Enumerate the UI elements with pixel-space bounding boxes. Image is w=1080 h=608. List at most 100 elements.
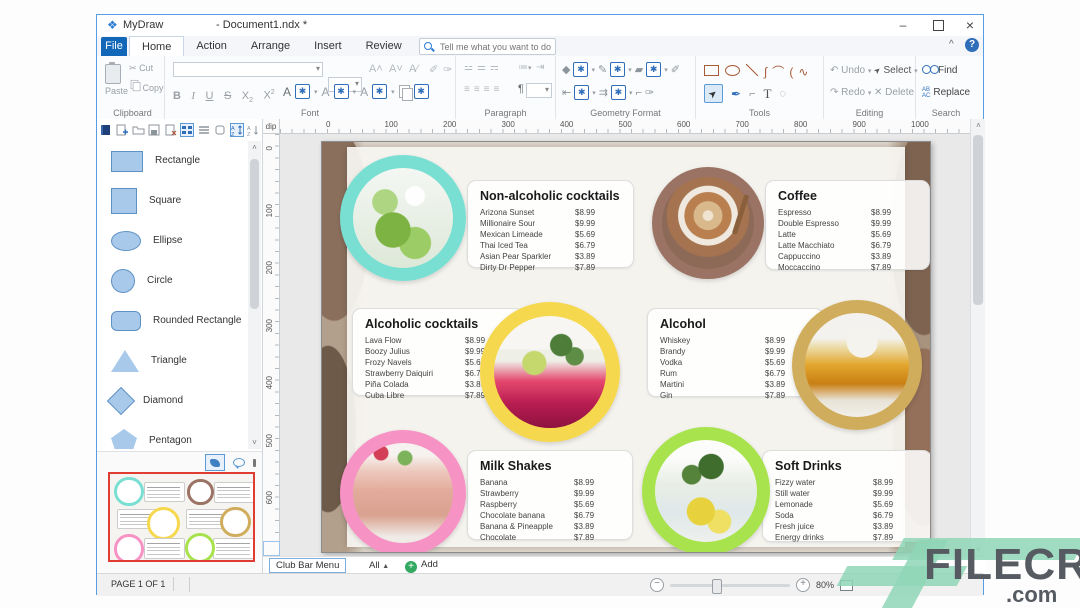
shape-item-triangle[interactable]: Triangle [97, 341, 247, 381]
lasso-tool-icon[interactable]: ◌ [779, 88, 786, 100]
pin-icon[interactable] [253, 459, 256, 467]
italic-button[interactable]: I [191, 90, 195, 102]
scroll-down-icon[interactable]: ˅ [248, 436, 261, 449]
text-effects-gear-icon[interactable]: ✱ [414, 84, 429, 99]
corner-rounding-icon[interactable]: ⌐ [635, 87, 641, 99]
fill-gear-icon[interactable]: ✱ [573, 62, 588, 77]
save-library-icon[interactable] [148, 123, 161, 137]
add-page-button[interactable]: +Add [405, 559, 438, 573]
font-fill-gear-icon[interactable]: ✱ [295, 84, 310, 99]
text-direction-select[interactable] [526, 83, 552, 98]
tab-insert[interactable]: Insert [302, 36, 354, 56]
curve-tool-icon[interactable]: ( [789, 65, 793, 79]
text-stroke-gear-icon[interactable]: ✱ [334, 84, 349, 99]
help-button[interactable]: ? [965, 38, 979, 52]
zoom-slider-thumb[interactable] [712, 579, 722, 594]
coffee-photo-circle[interactable] [652, 167, 764, 279]
menu-section-non-alcoholic-cocktails[interactable]: Non-alcoholic cocktailsArizona Sunset$8.… [467, 180, 634, 268]
shape-item-circle[interactable]: Circle [97, 261, 247, 301]
maximize-button[interactable] [925, 16, 951, 34]
icons-view-icon[interactable] [214, 123, 227, 137]
minimize-button[interactable]: – [890, 16, 916, 34]
menu-section-milk-shakes[interactable]: Milk ShakesBanana$8.99Strawberry$9.99Ras… [467, 450, 633, 540]
clear-formatting-button[interactable]: A⁄ [409, 63, 418, 75]
pages-view-button[interactable] [205, 454, 225, 471]
vertical-align-buttons[interactable]: ⚍⚌⚎ [464, 62, 503, 73]
text-effects-icon[interactable] [399, 85, 410, 98]
paste-button[interactable]: Paste [105, 64, 128, 96]
page-tab-club-bar-menu[interactable]: Club Bar Menu [269, 558, 346, 573]
shape-shadow-icon[interactable]: ▰ [635, 63, 643, 76]
shape-item-rounded-rectangle[interactable]: Rounded Rectangle [97, 301, 247, 341]
menu-section-soft-drinks[interactable]: Soft DrinksFizzy water$8.99Still water$9… [762, 450, 931, 542]
pointer-tool-selected[interactable]: ➤ [704, 84, 723, 103]
thumbnails-view-icon[interactable] [180, 123, 194, 137]
undo-button[interactable]: ↶ Undo ▾ [830, 65, 871, 76]
geometry-painter-icon[interactable]: ✑ [645, 86, 654, 99]
sort-az-icon[interactable]: AZ [247, 123, 261, 137]
stroke-gear-icon[interactable]: ✱ [610, 62, 625, 77]
tab-review[interactable]: Review [354, 36, 414, 56]
shape-item-square[interactable]: Square [97, 181, 247, 221]
ellipse-tool-icon[interactable] [725, 65, 740, 76]
end-arrow-gear-icon[interactable]: ✱ [611, 85, 626, 100]
font-color-icon[interactable]: A [283, 85, 291, 99]
tab-arrange[interactable]: Arrange [239, 36, 302, 56]
shadow-gear-icon[interactable]: ✱ [646, 62, 661, 77]
shrink-font-button[interactable]: A˅ [389, 63, 403, 75]
copy-button[interactable]: Copy [129, 78, 164, 93]
shape-item-pentagon[interactable]: Pentagon [97, 421, 247, 449]
polyline-tool-icon[interactable]: ∫ [764, 65, 767, 79]
library-book-icon[interactable] [99, 123, 112, 137]
font-family-select[interactable] [173, 62, 323, 77]
tab-action[interactable]: Action [184, 36, 239, 56]
menu-section-coffee[interactable]: CoffeeEspresso$8.99Double Espresso$9.99L… [765, 180, 930, 270]
shape-item-ellipse[interactable]: Ellipse [97, 221, 247, 261]
comments-view-button[interactable] [229, 454, 249, 471]
grow-font-button[interactable]: A˄ [369, 63, 383, 75]
zoom-in-icon[interactable]: + [796, 578, 810, 592]
bold-button[interactable]: B [173, 90, 181, 102]
format-eyedropper-icon[interactable]: ✐ [429, 63, 438, 76]
collapse-ribbon-icon[interactable]: ^ [949, 39, 954, 50]
zoom-out-icon[interactable]: − [650, 578, 664, 592]
line-tool-icon[interactable] [746, 64, 758, 76]
fill-icon[interactable]: ◆ [562, 63, 570, 76]
shape-item-diamond[interactable]: Diamond [97, 381, 247, 421]
menu-page[interactable]: Non-alcoholic cocktailsArizona Sunset$8.… [321, 141, 931, 553]
freehand-tool-icon[interactable]: ∿ [798, 65, 808, 79]
delete-button[interactable]: ✕ Delete [874, 87, 914, 98]
pen-tool-icon[interactable]: ✒ [731, 87, 741, 101]
align-buttons[interactable]: ≡≡≡≡ [464, 84, 503, 95]
bullet-list-button[interactable]: ≔▾ [518, 62, 532, 73]
scroll-down-icon[interactable]: ˅ [971, 543, 986, 556]
sort-az-expand-icon[interactable]: AZ [230, 123, 244, 137]
text-outline-icon[interactable]: A [322, 85, 330, 99]
select-button[interactable]: ➤ Select ▾ [874, 65, 918, 76]
text-shadow-gear-icon[interactable]: ✱ [372, 84, 387, 99]
replace-button[interactable]: ABACReplace [922, 87, 970, 99]
scroll-up-icon[interactable]: ˄ [971, 119, 986, 132]
remove-library-icon[interactable] [164, 123, 177, 137]
page-thumbnail[interactable] [108, 472, 255, 562]
berry-photo-circle[interactable] [480, 302, 620, 442]
begin-arrow-gear-icon[interactable]: ✱ [574, 85, 589, 100]
page-filter-all[interactable]: All ▲ [369, 560, 389, 571]
search-input[interactable] [438, 39, 554, 54]
subscript-button[interactable]: X2 [242, 90, 253, 104]
format-painter-icon[interactable]: ✑ [443, 63, 452, 76]
list-view-icon[interactable] [197, 123, 210, 137]
pilcrow-button[interactable]: ¶ [518, 83, 524, 95]
connector-tool-icon[interactable]: ⌐ [749, 88, 755, 100]
begin-arrow-icon[interactable]: ⇤ [562, 86, 571, 99]
vertical-scrollbar[interactable]: ˄ ˅ [970, 119, 985, 556]
brandy-photo-circle[interactable] [792, 300, 922, 430]
shape-item-rectangle[interactable]: Rectangle [97, 141, 247, 181]
text-tool-icon[interactable]: T [764, 86, 772, 102]
arc-tool-icon[interactable]: ⌒ [772, 63, 784, 80]
rectangle-tool-icon[interactable] [704, 65, 719, 76]
underline-button[interactable]: U [206, 90, 214, 102]
stroke-brush-icon[interactable]: ✎ [598, 63, 607, 76]
shake-photo-circle[interactable] [340, 430, 466, 553]
superscript-button[interactable]: X2 [263, 89, 274, 102]
